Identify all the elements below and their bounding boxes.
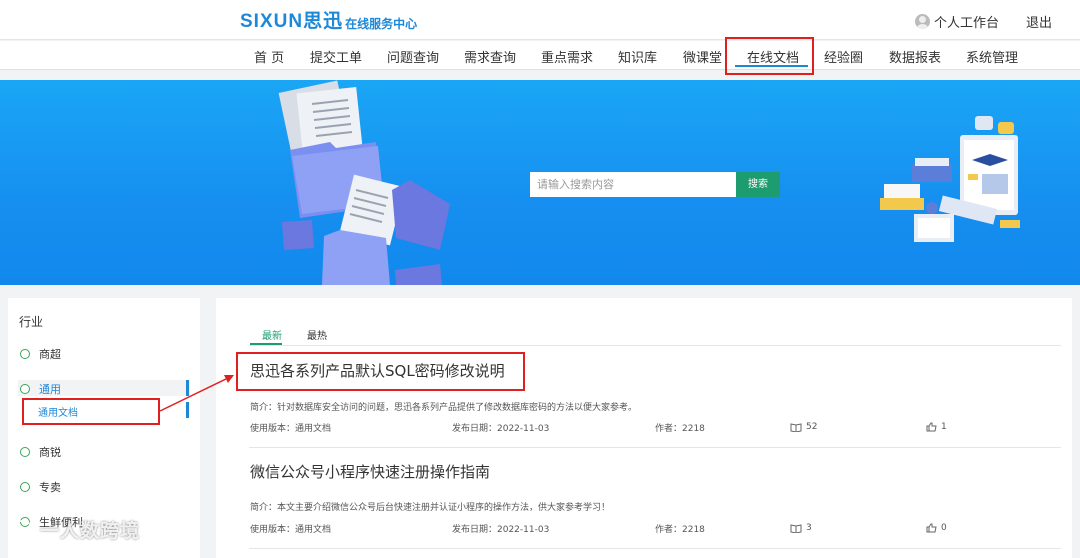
sidebar-item-label: 通用 xyxy=(39,383,61,396)
sidebar-item-label: 专卖 xyxy=(39,481,61,494)
watermark-text: 一人数跨境 xyxy=(40,520,141,542)
article-likes-count: 0 xyxy=(941,523,947,533)
top-bar: SIXUN思迅 在线服务中心 个人工作台 退出 xyxy=(0,0,1080,40)
highlight-box-article xyxy=(236,352,525,391)
main-nav: 首 页 提交工单 问题查询 需求查询 重点需求 知识库 微课堂 在线文档 经验圈… xyxy=(0,41,1080,70)
article-author: 作者：2218 xyxy=(655,424,705,434)
watermark: 一人数跨境 xyxy=(8,516,140,543)
article-desc: 简介：针对数据库安全访问的问题，思迅各系列产品提供了修改数据库密码的方法以便大家… xyxy=(250,403,638,413)
tab-active-indicator xyxy=(250,343,282,345)
article-views-count: 52 xyxy=(806,422,818,432)
watermark-logo-icon xyxy=(8,519,34,540)
circle-icon xyxy=(20,349,30,359)
article-likes[interactable]: 0 xyxy=(926,523,947,533)
article-author: 作者：2218 xyxy=(655,525,705,535)
sidebar-title: 行业 xyxy=(19,315,44,329)
hero-banner: 请输入搜索内容 搜索 xyxy=(0,80,1080,285)
user-avatar-icon xyxy=(914,14,930,29)
article-likes[interactable]: 1 xyxy=(926,422,947,432)
user-area: 个人工作台 退出 xyxy=(914,12,1052,31)
sidebar-item-label: 商锐 xyxy=(39,446,61,459)
nav-key-demand[interactable]: 重点需求 xyxy=(541,47,593,66)
computer-illustration xyxy=(880,116,1020,242)
nav-issue-query[interactable]: 问题查询 xyxy=(387,47,439,66)
highlight-box-subitem xyxy=(22,398,160,425)
thumbs-up-icon xyxy=(926,422,937,432)
nav-submit-ticket[interactable]: 提交工单 xyxy=(310,47,362,66)
sidebar-item-supermarket[interactable]: 商超 xyxy=(20,346,61,362)
article-views: 52 xyxy=(790,422,817,432)
sidebar-item-specialty[interactable]: 专卖 xyxy=(20,479,61,495)
nav-home[interactable]: 首 页 xyxy=(254,47,284,66)
article-likes-count: 1 xyxy=(941,422,947,432)
logo-main-text: SIXUN思迅 xyxy=(240,11,344,32)
logout-link[interactable]: 退出 xyxy=(1026,12,1052,31)
nav-demand-query[interactable]: 需求查询 xyxy=(464,47,516,66)
doc-list-panel: 最新 最热 思迅各系列产品默认SQL密码修改说明 简介：针对数据库安全访问的问题… xyxy=(216,298,1072,558)
sidebar-item-general[interactable]: 通用 xyxy=(20,381,61,397)
nav-data-reports[interactable]: 数据报表 xyxy=(889,47,941,66)
nav-experience-circle[interactable]: 经验圈 xyxy=(824,47,863,66)
article-date: 发布日期：2022-11-03 xyxy=(452,424,550,434)
logo[interactable]: SIXUN思迅 在线服务中心 xyxy=(240,11,417,33)
tab-latest[interactable]: 最新 xyxy=(262,327,282,342)
nav-micro-class[interactable]: 微课堂 xyxy=(683,47,722,66)
article-version: 使用版本：通用文档 xyxy=(250,525,332,535)
nav-system-management[interactable]: 系统管理 xyxy=(966,47,1018,66)
tab-popular[interactable]: 最热 xyxy=(307,327,327,342)
book-icon xyxy=(790,422,802,432)
circle-icon xyxy=(20,384,30,394)
logo-sub-text: 在线服务中心 xyxy=(345,17,418,31)
circle-icon xyxy=(20,447,30,457)
article-divider xyxy=(249,447,1061,448)
search-button[interactable]: 搜索 xyxy=(736,172,780,197)
search-input[interactable]: 请输入搜索内容 xyxy=(530,172,736,197)
article-views: 3 xyxy=(790,523,812,533)
documents-illustration xyxy=(278,80,450,285)
article-desc: 简介：本文主要介绍微信公众号后台快速注册并认证小程序的操作方法，供大家参考学习！ xyxy=(250,503,611,513)
thumbs-up-icon xyxy=(926,523,937,533)
sidebar-subitem-marker xyxy=(186,402,189,418)
sidebar-item-shangrui[interactable]: 商锐 xyxy=(20,444,61,460)
workspace-link[interactable]: 个人工作台 xyxy=(934,12,999,31)
article-date: 发布日期：2022-11-03 xyxy=(452,525,550,535)
article-views-count: 3 xyxy=(806,523,812,533)
circle-icon xyxy=(20,482,30,492)
highlight-box-nav xyxy=(725,37,814,75)
sidebar-item-label: 商超 xyxy=(39,348,61,361)
book-icon xyxy=(790,523,802,533)
tab-divider xyxy=(249,345,1061,346)
sidebar-active-marker xyxy=(186,380,189,396)
article-title[interactable]: 微信公众号小程序快速注册操作指南 xyxy=(250,461,490,482)
article-version: 使用版本：通用文档 xyxy=(250,424,332,434)
nav-knowledge-base[interactable]: 知识库 xyxy=(618,47,657,66)
